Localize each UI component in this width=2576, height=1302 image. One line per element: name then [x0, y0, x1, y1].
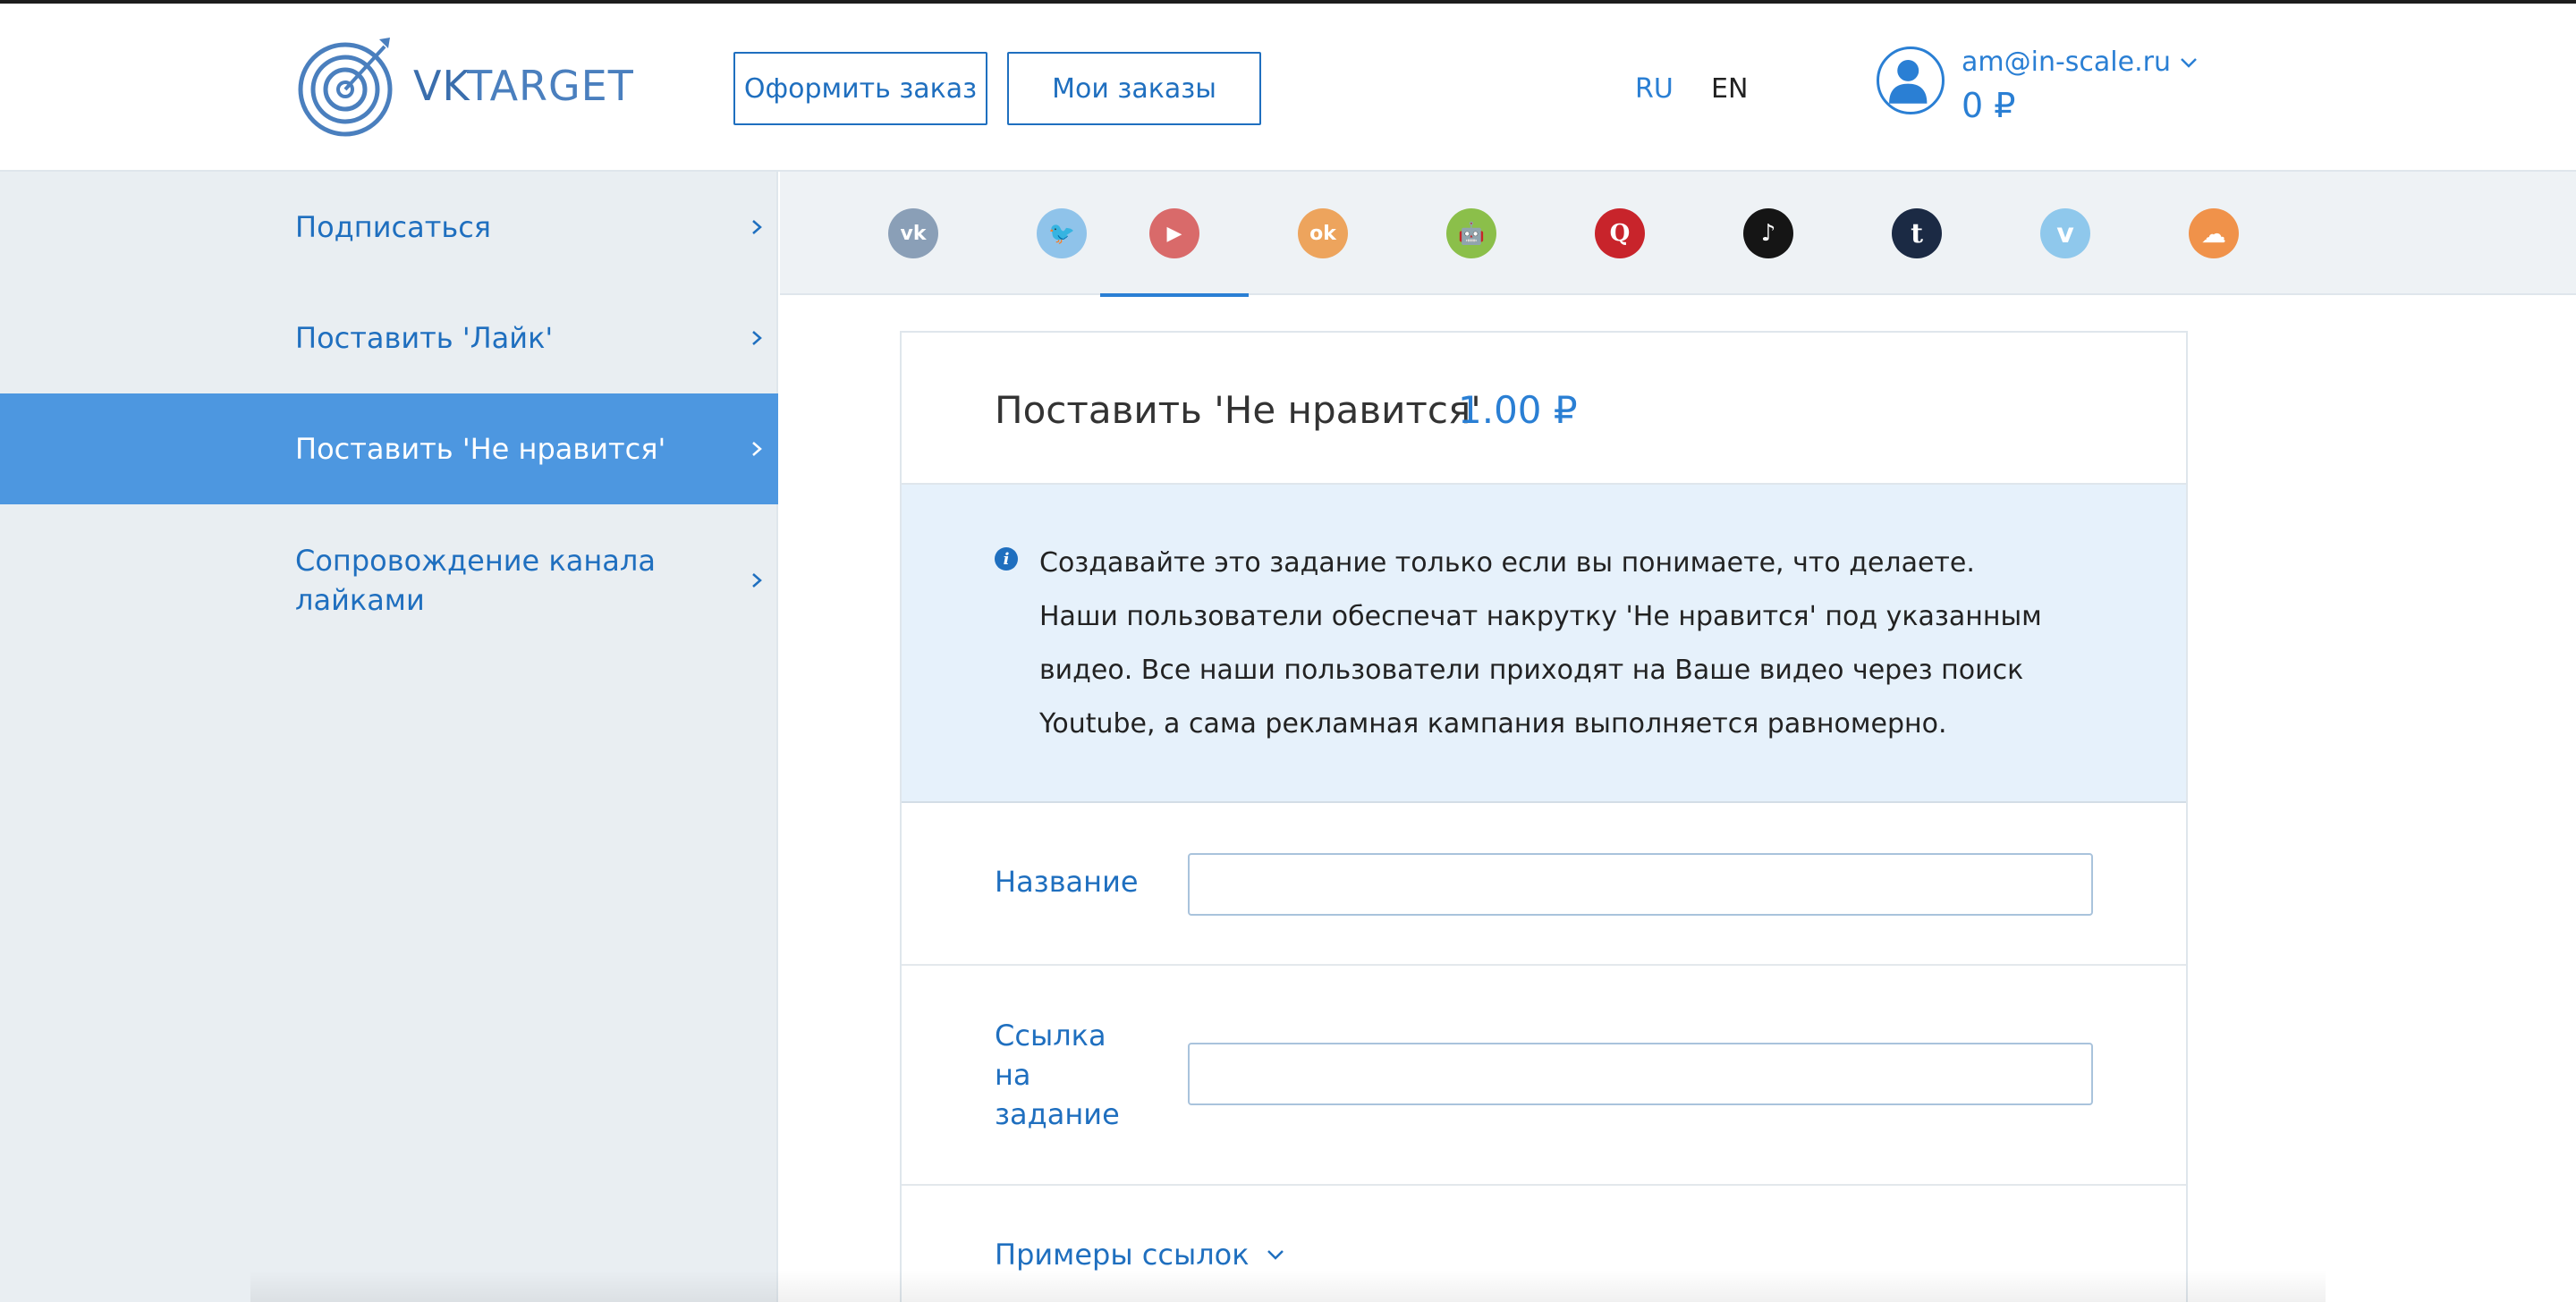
brand-name: VKTARGET	[413, 62, 634, 110]
tab-tiktok[interactable]: ♪	[1694, 172, 1843, 295]
sidebar: Подписаться Поставить 'Лайк' Поставить '…	[0, 172, 778, 1302]
task-title: Поставить 'Не нравится'	[995, 388, 1481, 432]
sidebar-item-subscribe[interactable]: Подписаться	[0, 172, 778, 283]
info-box: i Создавайте это задание только если вы …	[902, 485, 2186, 803]
sidebar-item-label: Поставить 'Не нравится'	[295, 432, 666, 466]
examples-row: Примеры ссылок	[902, 1186, 2186, 1302]
info-text: Создавайте это задание только если вы по…	[1039, 547, 2042, 740]
name-label: Название	[995, 865, 1139, 899]
chevron-right-icon	[752, 331, 762, 345]
sidebar-item-label: Поставить 'Лайк'	[295, 321, 554, 355]
user-email: am@in-scale.ru	[1962, 46, 2171, 78]
link-label: Ссылка на задание	[995, 1019, 1120, 1131]
name-input[interactable]	[1188, 853, 2093, 916]
task-price: 1.00 ₽	[1458, 388, 1578, 432]
logo[interactable]: VKTARGET	[297, 34, 634, 138]
social-tabs: vk 🐦 ▶ ok 🤖 Q ♪ t v ☁	[780, 172, 2576, 297]
chevron-down-icon	[1267, 1250, 1284, 1260]
user-icon	[1889, 59, 1928, 104]
sidebar-item-dislike[interactable]: Поставить 'Не нравится'	[0, 393, 778, 504]
create-order-button[interactable]: Оформить заказ	[733, 52, 987, 125]
tab-tumblr[interactable]: t	[1843, 172, 1991, 295]
twitter-icon: 🐦	[1037, 208, 1087, 258]
youtube-icon: ▶	[1149, 208, 1199, 258]
quora-icon: Q	[1595, 208, 1645, 258]
link-field-row: Ссылка на задание	[902, 966, 2186, 1186]
vk-icon: vk	[888, 208, 938, 258]
tab-soundcloud[interactable]: ☁	[2140, 172, 2288, 295]
name-field-row: Название	[902, 803, 2186, 966]
chevron-right-icon	[752, 573, 762, 588]
lang-en-link[interactable]: EN	[1711, 73, 1748, 105]
link-input[interactable]	[1188, 1043, 2093, 1105]
chevron-right-icon	[752, 220, 762, 234]
chevron-right-icon	[752, 442, 762, 456]
vimeo-icon: v	[2040, 208, 2090, 258]
examples-label: Примеры ссылок	[995, 1238, 1250, 1272]
odnoklassniki-icon: ok	[1298, 208, 1348, 258]
target-logo-icon	[298, 38, 393, 137]
tab-youtube[interactable]: ▶	[1100, 172, 1249, 297]
my-orders-button[interactable]: Мои заказы	[1007, 52, 1261, 125]
sidebar-item-like[interactable]: Поставить 'Лайк'	[0, 283, 778, 393]
tumblr-icon: t	[1892, 208, 1942, 258]
balance: 0 ₽	[1962, 86, 2016, 125]
task-header: Поставить 'Не нравится' 1.00 ₽	[902, 333, 2186, 485]
android-icon: 🤖	[1446, 208, 1496, 258]
avatar[interactable]	[1877, 46, 1945, 114]
sidebar-item-label: Сопровождение канала лайками	[295, 544, 656, 617]
user-menu[interactable]: am@in-scale.ru	[1962, 46, 2198, 78]
tab-odnoklassniki[interactable]: ok	[1249, 172, 1397, 295]
lang-ru-link[interactable]: RU	[1635, 73, 1674, 105]
tab-vk[interactable]: vk	[839, 172, 987, 295]
tab-vimeo[interactable]: v	[1991, 172, 2140, 295]
tiktok-icon: ♪	[1743, 208, 1793, 258]
info-icon: i	[995, 547, 1018, 571]
tab-quora[interactable]: Q	[1546, 172, 1694, 295]
examples-toggle[interactable]: Примеры ссылок	[995, 1238, 1285, 1272]
chevron-down-icon	[2181, 57, 2197, 68]
tab-android[interactable]: 🤖	[1397, 172, 1546, 295]
task-card: Поставить 'Не нравится' 1.00 ₽ i Создава…	[900, 331, 2188, 1302]
sidebar-item-channel-likes[interactable]: Сопровождение канала лайками	[0, 504, 778, 656]
sidebar-item-label: Подписаться	[295, 210, 492, 244]
soundcloud-icon: ☁	[2189, 208, 2239, 258]
site-header: VKTARGET Оформить заказ Мои заказы RU EN…	[0, 4, 2576, 172]
